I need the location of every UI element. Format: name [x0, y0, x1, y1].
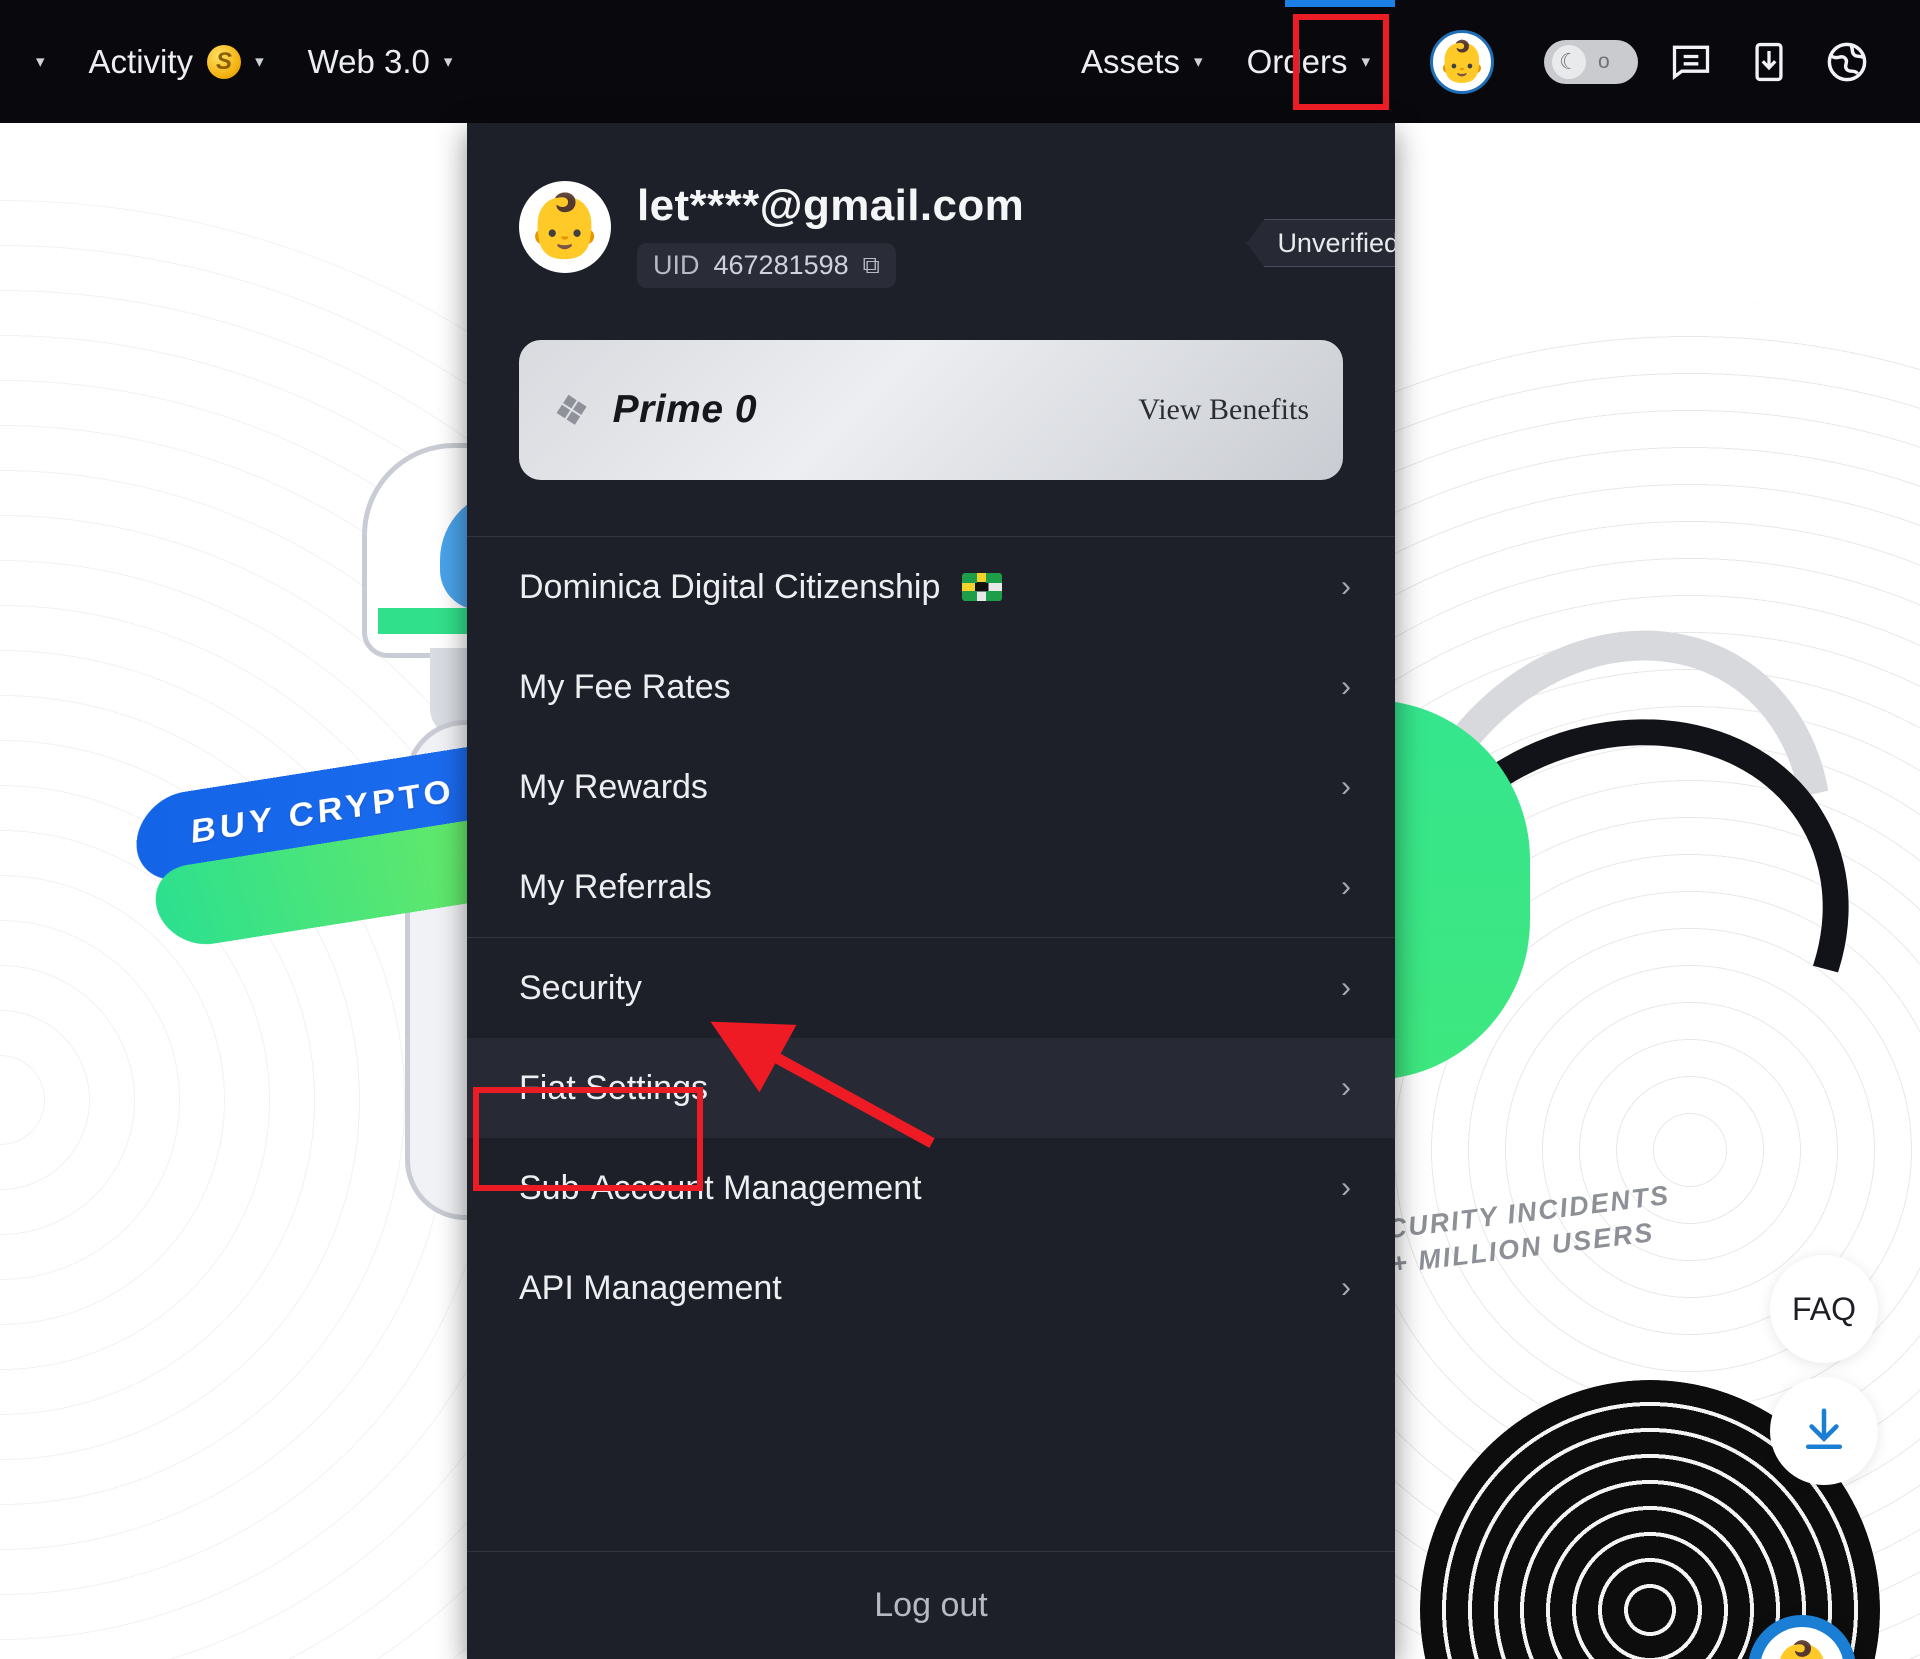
nav-partial-caret[interactable]: ▾ [0, 52, 67, 72]
nav-item-orders-label: Orders [1247, 43, 1348, 81]
logout-label: Log out [874, 1586, 987, 1625]
menu-item-label: My Referrals [519, 868, 712, 907]
nav-item-web3-label: Web 3.0 [308, 43, 430, 81]
chevron-down-icon: ▾ [1361, 52, 1370, 72]
nav-item-assets[interactable]: Assets ▾ [1059, 43, 1225, 81]
chevron-right-icon: › [1341, 1171, 1351, 1205]
top-navbar: ▾ Activity S ▾ Web 3.0 ▾ Assets ▾ Orders… [0, 0, 1920, 123]
menu-item-security[interactable]: Security › [467, 938, 1395, 1038]
active-nav-indicator [1285, 0, 1395, 7]
dominica-flag-icon [962, 573, 1002, 601]
menu-item-label: API Management [519, 1269, 782, 1308]
account-avatar: 👶 [519, 181, 611, 273]
chevron-down-icon: ▾ [255, 52, 264, 72]
theme-toggle-knob: ☾ [1552, 45, 1586, 79]
chevron-right-icon: › [1341, 570, 1351, 604]
account-dropdown-panel: 👶 let****@gmail.com UID 467281598 ⧉ Unve… [467, 123, 1395, 1659]
nav-item-activity[interactable]: Activity S ▾ [67, 43, 286, 81]
prime-key-icon: ❖ [548, 382, 595, 438]
account-header: 👶 let****@gmail.com UID 467281598 ⧉ Unve… [467, 123, 1395, 288]
uid-value: 467281598 [714, 250, 849, 281]
menu-item-label: Security [519, 969, 642, 1008]
copy-icon[interactable]: ⧉ [863, 252, 880, 280]
support-chat-avatar-face: 👶 [1760, 1627, 1844, 1659]
view-benefits-link[interactable]: View Benefits [1138, 393, 1309, 427]
chat-support-icon[interactable] [1652, 23, 1730, 101]
faq-label: FAQ [1792, 1291, 1856, 1328]
account-avatar-button[interactable]: 👶 [1416, 16, 1508, 108]
account-identity: let****@gmail.com UID 467281598 ⧉ [637, 181, 1024, 288]
faq-button[interactable]: FAQ [1770, 1255, 1878, 1363]
chevron-right-icon: › [1341, 971, 1351, 1005]
status-badge: Unverified [1246, 219, 1395, 267]
account-menu-group-1: Dominica Digital Citizenship › My Fee Ra… [467, 537, 1395, 937]
menu-item-fiat-settings[interactable]: Fiat Settings › [467, 1038, 1395, 1138]
chevron-right-icon: › [1341, 1071, 1351, 1105]
nav-item-activity-label: Activity [89, 43, 194, 81]
chevron-right-icon: › [1341, 1271, 1351, 1305]
account-menu-group-2: Security › Fiat Settings › Sub-Account M… [467, 938, 1395, 1338]
download-icon [1797, 1404, 1851, 1458]
avatar: 👶 [1430, 30, 1494, 94]
menu-item-label: Sub-Account Management [519, 1169, 922, 1208]
chevron-down-icon: ▾ [444, 52, 453, 72]
theme-toggle-state: o [1598, 50, 1610, 74]
theme-toggle[interactable]: ☾ o [1544, 40, 1638, 84]
screen-root: BUY CRYPTO ONLY ON CURITY INCIDENTS + MI… [0, 0, 1920, 1659]
prime-level-label: Prime 0 [613, 388, 757, 432]
download-button[interactable] [1770, 1377, 1878, 1485]
nav-item-assets-label: Assets [1081, 43, 1180, 81]
floating-action-rail: FAQ [1770, 1255, 1878, 1485]
prime-membership-card[interactable]: ❖ Prime 0 View Benefits [519, 340, 1343, 480]
menu-item-label: Fiat Settings [519, 1069, 708, 1108]
language-globe-icon[interactable] [1808, 23, 1886, 101]
menu-item-dominica-digital-citizenship[interactable]: Dominica Digital Citizenship › [467, 537, 1395, 637]
coin-icon: S [207, 45, 241, 79]
chevron-down-icon: ▾ [36, 52, 45, 72]
chevron-right-icon: › [1341, 670, 1351, 704]
logout-row[interactable]: Log out [467, 1551, 1395, 1659]
uid-label: UID [653, 250, 700, 281]
menu-item-sub-account-management[interactable]: Sub-Account Management › [467, 1138, 1395, 1238]
chevron-right-icon: › [1341, 770, 1351, 804]
account-email: let****@gmail.com [637, 181, 1024, 231]
navbar-right-group: Assets ▾ Orders ▾ 👶 ☾ o [1059, 16, 1920, 108]
menu-item-my-referrals[interactable]: My Referrals › [467, 837, 1395, 937]
menu-item-label: My Fee Rates [519, 668, 731, 707]
account-uid-chip[interactable]: UID 467281598 ⧉ [637, 243, 896, 288]
menu-item-label: Dominica Digital Citizenship [519, 568, 940, 607]
download-app-icon[interactable] [1730, 23, 1808, 101]
nav-item-web3[interactable]: Web 3.0 ▾ [286, 43, 475, 81]
menu-item-my-rewards[interactable]: My Rewards › [467, 737, 1395, 837]
navbar-left-group: ▾ Activity S ▾ Web 3.0 ▾ [0, 43, 474, 81]
menu-item-api-management[interactable]: API Management › [467, 1238, 1395, 1338]
chevron-right-icon: › [1341, 870, 1351, 904]
menu-item-my-fee-rates[interactable]: My Fee Rates › [467, 637, 1395, 737]
nav-item-orders[interactable]: Orders ▾ [1225, 43, 1392, 81]
chevron-down-icon: ▾ [1194, 52, 1203, 72]
menu-item-label: My Rewards [519, 768, 708, 807]
